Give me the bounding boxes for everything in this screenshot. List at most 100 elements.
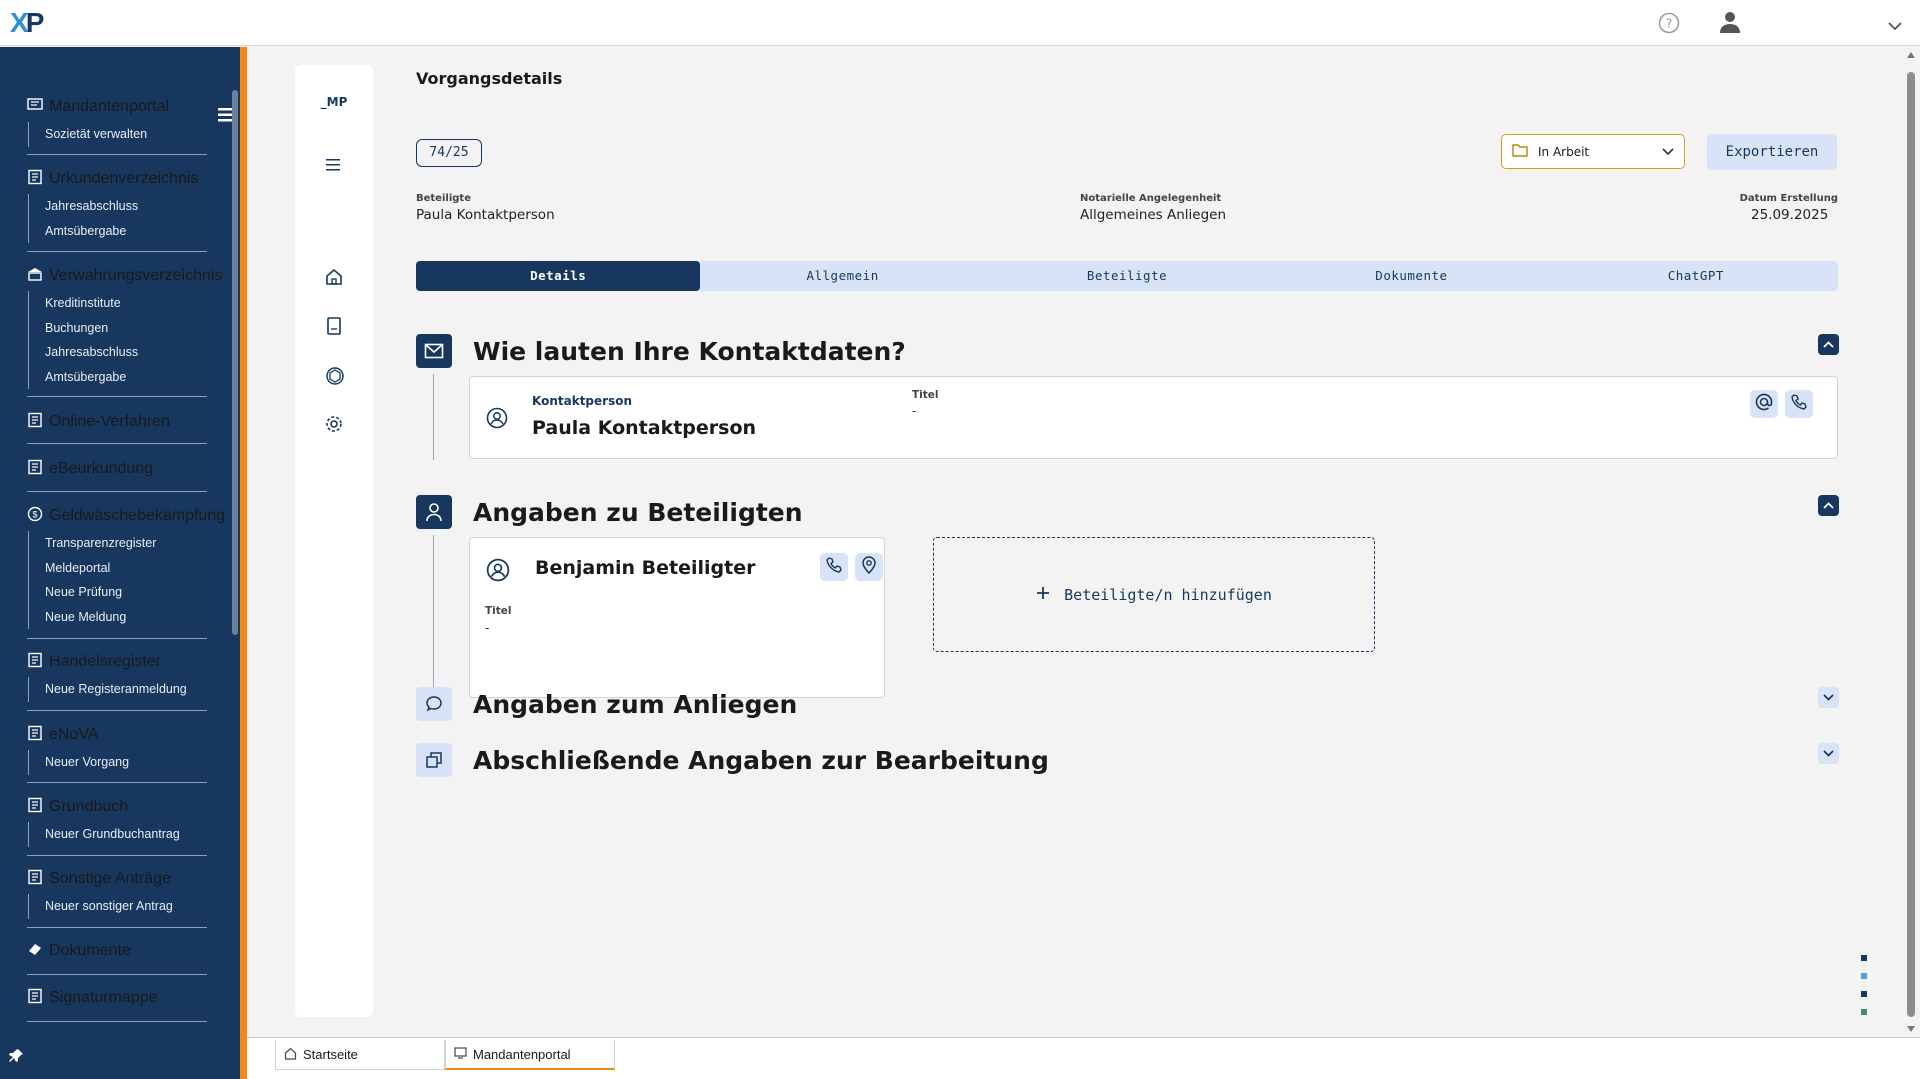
online-procedure-icon — [27, 412, 43, 433]
participants-section-title: Angaben zu Beteiligten — [473, 498, 803, 527]
register-icon — [27, 652, 43, 673]
list-icon[interactable] — [324, 157, 342, 177]
nav-subitem[interactable]: Sozietät verwalten — [45, 122, 207, 147]
footer-tab-label: Startseite — [303, 1047, 358, 1062]
sidebar-accent-bar — [240, 47, 247, 1079]
top-bar: XP ? — [0, 0, 1920, 46]
nav-subitem[interactable]: Neue Meldung — [45, 605, 207, 630]
status-select[interactable]: In Arbeit — [1501, 134, 1685, 169]
tab-details[interactable]: Details — [416, 261, 701, 291]
footer-tab-startseite[interactable]: Startseite — [275, 1040, 445, 1070]
bank-icon — [27, 266, 43, 287]
nav-section: $ Geldwäschebekämpfung Transparenzregister… — [27, 505, 225, 630]
nav-item-online-verfahren[interactable]: Online-Verfahren — [27, 411, 207, 433]
participant-title-label: Titel — [485, 605, 512, 617]
sidebar-scrollbar[interactable] — [232, 90, 238, 635]
nav-section: Verwahrungsverzeichnis Kreditinstitute Buc… — [27, 265, 222, 390]
nav-section: Grundbuch Neuer Grundbuchantrag — [27, 796, 207, 847]
created-value: 25.09.2025 — [1751, 207, 1829, 223]
nav-item-label: eNoVA — [49, 726, 99, 743]
nav-item-label: Dokumente — [49, 942, 131, 959]
matter-label: Notarielle Angelegenheit — [1080, 193, 1222, 204]
tab-beteiligte[interactable]: Beteiligte — [985, 261, 1269, 291]
home-icon[interactable] — [324, 267, 344, 291]
nav-item-label: Verwahrungsverzeichnis — [49, 267, 223, 284]
nav-subitem[interactable]: Amtsübergabe — [45, 365, 207, 390]
nav-subitem[interactable]: Buchungen — [45, 316, 207, 341]
tab-allgemein[interactable]: Allgemein — [700, 261, 984, 291]
main-scrollbar-thumb[interactable] — [1907, 72, 1915, 1017]
help-icon[interactable]: ? — [1658, 12, 1680, 38]
user-circle-icon — [486, 407, 508, 433]
nav-section: Dokumente — [27, 940, 207, 962]
phone-button[interactable] — [1785, 390, 1813, 418]
chevron-down-icon[interactable] — [1888, 16, 1902, 35]
mail-section-icon — [416, 334, 452, 368]
nav-item-mandantenportal[interactable]: Mandantenportal — [27, 96, 207, 118]
pin-icon[interactable] — [8, 1048, 24, 1068]
participant-name: Benjamin Beteiligter — [535, 557, 756, 579]
nav-item-geldwäschebekämpfung[interactable]: $ Geldwäschebekämpfung — [27, 505, 225, 527]
nav-divider — [27, 974, 207, 975]
nav-subitem[interactable]: Neuer sonstiger Antrag — [45, 894, 207, 919]
book-icon[interactable] — [324, 316, 344, 340]
nav-subitem[interactable]: Neue Registeranmeldung — [45, 677, 207, 702]
participant-phone-button[interactable] — [820, 553, 848, 581]
nav-divider — [27, 855, 207, 856]
add-participant-button[interactable]: Beteiligte/n hinzufügen — [933, 537, 1375, 652]
nav-subitems: Neuer Grundbuchantrag — [28, 822, 207, 847]
person-section-icon — [416, 495, 452, 529]
nav-item-verwahrungsverzeichnis[interactable]: Verwahrungsverzeichnis — [27, 265, 222, 287]
participant-location-button[interactable] — [855, 553, 883, 581]
nav-item-signaturmappe[interactable]: Signaturmappe — [27, 987, 207, 1009]
tab-chatgpt[interactable]: ChatGPT — [1554, 261, 1838, 291]
app-logo[interactable]: XP — [10, 8, 44, 38]
contact-card: Kontaktperson Paula Kontaktperson Titel … — [469, 376, 1838, 459]
nav-subitem[interactable]: Meldeportal — [45, 556, 207, 581]
nav-subitems: Neuer Vorgang — [28, 750, 207, 775]
nav-subitem[interactable]: Jahresabschluss — [45, 194, 207, 219]
nav-subitem[interactable]: Neue Prüfung — [45, 580, 207, 605]
collapse-contact-button[interactable] — [1818, 334, 1839, 355]
nav-item-dokumente[interactable]: Dokumente — [27, 940, 207, 962]
nav-subitem[interactable]: Neuer Grundbuchantrag — [45, 822, 207, 847]
nav-subitem[interactable]: Kreditinstitute — [45, 291, 207, 316]
user-icon[interactable] — [1718, 10, 1742, 38]
email-button[interactable] — [1750, 390, 1778, 418]
folder-icon — [1512, 143, 1528, 160]
nav-section: Mandantenportal Sozietät verwalten — [27, 96, 207, 147]
nav-divider — [27, 443, 207, 444]
tab-bar: Details Allgemein Beteiligte Dokumente C… — [416, 261, 1838, 291]
contact-section-title: Wie lauten Ihre Kontaktdaten? — [473, 337, 906, 366]
contact-title-label: Titel — [912, 389, 939, 401]
settings-icon[interactable] — [324, 414, 344, 438]
section-connector — [433, 374, 434, 460]
collapse-participants-button[interactable] — [1818, 495, 1839, 516]
expand-matter-button[interactable] — [1818, 687, 1839, 708]
matter-section-title: Angaben zum Anliegen — [473, 690, 798, 719]
nav-item-enova[interactable]: eNoVA — [27, 724, 207, 746]
nav-section: Sonstige Anträge Neuer sonstiger Antrag — [27, 868, 207, 919]
nav-item-ebeurkundung[interactable]: eBeurkundung — [27, 458, 207, 480]
money-laundering-icon: $ — [27, 506, 43, 527]
nav-subitem[interactable]: Amtsübergabe — [45, 219, 207, 244]
phone-icon — [826, 557, 842, 577]
e-certification-icon — [27, 459, 43, 480]
nav-subitem[interactable]: Jahresabschluss — [45, 340, 207, 365]
nav-item-grundbuch[interactable]: Grundbuch — [27, 796, 207, 818]
nav-item-urkundenverzeichnis[interactable]: Urkundenverzeichnis — [27, 168, 207, 190]
main-content: Vorgangsdetails 74/25 In Arbeit Exportie… — [373, 47, 1898, 1037]
chatgpt-icon[interactable] — [324, 365, 346, 391]
nav-subitem[interactable]: Neuer Vorgang — [45, 750, 207, 775]
nav-divider — [27, 396, 207, 397]
nav-divider — [27, 782, 207, 783]
nav-subitem[interactable]: Transparenzregister — [45, 531, 207, 556]
nav-item-sonstige-anträge[interactable]: Sonstige Anträge — [27, 868, 207, 890]
tab-dokumente[interactable]: Dokumente — [1269, 261, 1553, 291]
footer-tab-mandantenportal[interactable]: Mandantenportal — [445, 1040, 615, 1070]
nav-item-label: Geldwäschebekämpfung — [49, 507, 226, 524]
export-button[interactable]: Exportieren — [1707, 134, 1837, 170]
participant-card: Benjamin Beteiligter Titel - — [469, 537, 885, 698]
expand-final-button[interactable] — [1818, 743, 1839, 764]
nav-item-handelsregister[interactable]: Handelsregister — [27, 651, 207, 673]
